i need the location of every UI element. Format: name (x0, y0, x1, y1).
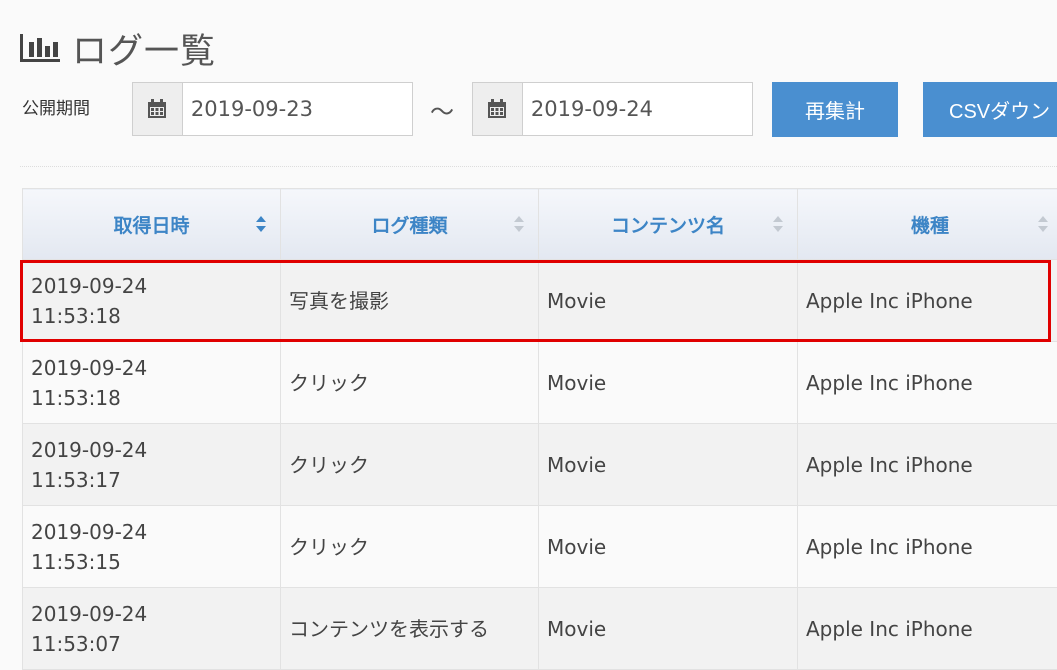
cell-date: 2019-09-24 (31, 602, 147, 626)
start-date-input[interactable] (183, 83, 412, 135)
cell-time: 11:53:17 (31, 468, 121, 492)
column-header-label: コンテンツ名 (539, 211, 797, 238)
cell-time: 11:53:07 (31, 632, 121, 656)
csv-download-button[interactable]: CSVダウン (923, 82, 1057, 137)
recalculate-button[interactable]: 再集計 (772, 82, 898, 137)
cell-datetime: 2019-09-24 11:53:15 (23, 506, 281, 588)
sort-icon (256, 214, 266, 234)
log-table: 取得日時 ログ種類 コンテンツ名 機種 2019-09-24 11:53:18 写… (22, 188, 1057, 670)
cell-date: 2019-09-24 (31, 438, 147, 462)
cell-device: Apple Inc iPhone (798, 588, 1057, 670)
column-header-acquired-at[interactable]: 取得日時 (23, 189, 281, 260)
sort-icon (1038, 214, 1048, 234)
table-row: 2019-09-24 11:53:18 クリック Movie Apple Inc … (23, 342, 1057, 424)
column-header-label: ログ種類 (281, 211, 538, 238)
cell-date: 2019-09-24 (31, 356, 147, 380)
cell-log-type: クリック (281, 424, 539, 506)
cell-content-name: Movie (539, 424, 798, 506)
cell-content-name: Movie (539, 342, 798, 424)
cell-time: 11:53:18 (31, 386, 121, 410)
end-date-field (472, 82, 753, 136)
calendar-icon (147, 99, 167, 119)
cell-date: 2019-09-24 (31, 274, 147, 298)
cell-device: Apple Inc iPhone (798, 424, 1057, 506)
cell-log-type: コンテンツを表示する (281, 588, 539, 670)
cell-log-type: クリック (281, 342, 539, 424)
page-header: ログ一覧 (20, 26, 216, 70)
table-row: 2019-09-24 11:53:17 クリック Movie Apple Inc … (23, 424, 1057, 506)
cell-datetime: 2019-09-24 11:53:18 (23, 260, 281, 342)
cell-datetime: 2019-09-24 11:53:17 (23, 424, 281, 506)
cell-date: 2019-09-24 (31, 520, 147, 544)
cell-datetime: 2019-09-24 11:53:07 (23, 588, 281, 670)
cell-device: Apple Inc iPhone (798, 506, 1057, 588)
end-date-input[interactable] (523, 83, 752, 135)
cell-content-name: Movie (539, 506, 798, 588)
cell-device: Apple Inc iPhone (798, 260, 1057, 342)
table-row: 2019-09-24 11:53:18 写真を撮影 Movie Apple Inc… (23, 260, 1057, 342)
table-header-row: 取得日時 ログ種類 コンテンツ名 機種 (23, 189, 1057, 260)
column-header-log-type[interactable]: ログ種類 (281, 189, 539, 260)
cell-content-name: Movie (539, 588, 798, 670)
cell-device: Apple Inc iPhone (798, 342, 1057, 424)
cell-log-type: クリック (281, 506, 539, 588)
start-date-field (132, 82, 413, 136)
end-date-calendar-button[interactable] (473, 83, 523, 135)
page-title: ログ一覧 (72, 23, 216, 74)
cell-time: 11:53:15 (31, 550, 121, 574)
date-range-separator: ～ (430, 92, 454, 127)
calendar-icon (487, 99, 507, 119)
bar-chart-icon (20, 34, 60, 62)
cell-log-type: 写真を撮影 (281, 260, 539, 342)
cell-datetime: 2019-09-24 11:53:18 (23, 342, 281, 424)
sort-icon (514, 214, 524, 234)
start-date-calendar-button[interactable] (133, 83, 183, 135)
column-header-content-name[interactable]: コンテンツ名 (539, 189, 798, 260)
sort-icon (773, 214, 783, 234)
column-header-label: 機種 (798, 211, 1057, 238)
divider (20, 166, 1057, 167)
table-row: 2019-09-24 11:53:15 クリック Movie Apple Inc … (23, 506, 1057, 588)
cell-content-name: Movie (539, 260, 798, 342)
column-header-device[interactable]: 機種 (798, 189, 1057, 260)
column-header-label: 取得日時 (23, 211, 280, 238)
period-label: 公開期間 (22, 94, 90, 119)
table-row: 2019-09-24 11:53:07 コンテンツを表示する Movie Appl… (23, 588, 1057, 670)
cell-time: 11:53:18 (31, 304, 121, 328)
